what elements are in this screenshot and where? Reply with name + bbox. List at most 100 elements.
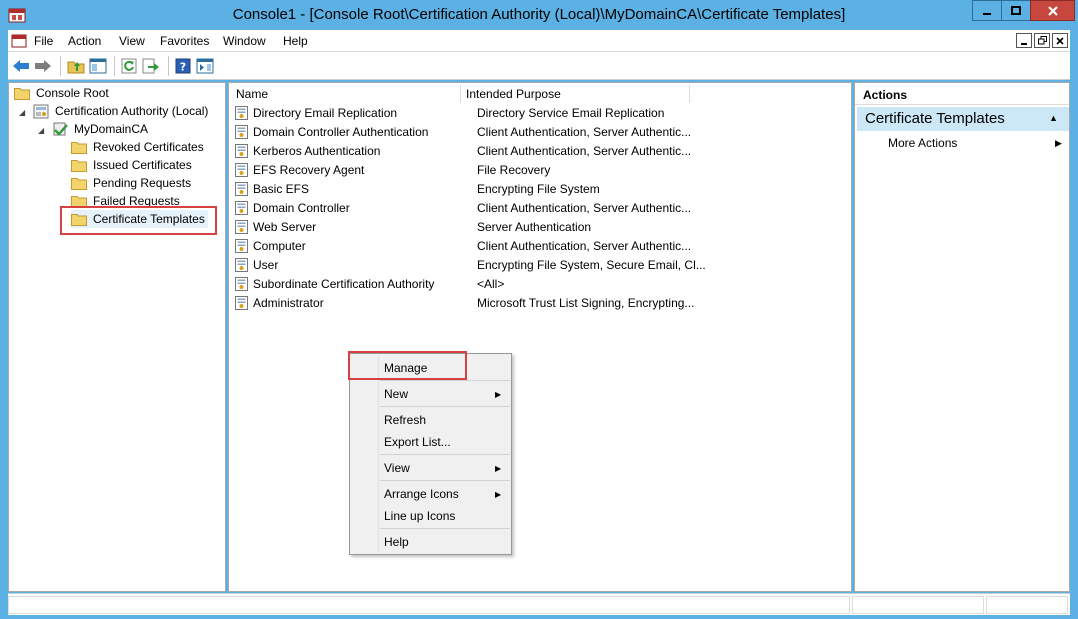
tree-node-mydomainca[interactable]: MyDomainCA [52, 120, 148, 138]
column-header-intended-purpose[interactable]: Intended Purpose [460, 85, 690, 103]
tree-node-issued-certificates[interactable]: Issued Certificates [71, 156, 192, 174]
folder-icon [71, 177, 87, 190]
export-list-button[interactable] [141, 56, 161, 76]
table-row[interactable]: Domain Controller Client Authentication, … [235, 198, 845, 217]
row-name: Basic EFS [253, 181, 310, 196]
results-list: Name Intended Purpose Directory Email Re… [228, 82, 852, 592]
menu-item-line-up-icons[interactable]: Line up Icons [384, 509, 455, 523]
certification-authority-icon [33, 104, 49, 118]
restore-icon [1037, 36, 1047, 45]
collapse-arrow-icon[interactable]: ▲ [1049, 113, 1058, 123]
tree-node-certification-authority[interactable]: Certification Authority (Local) [33, 102, 208, 120]
row-intended-purpose: Encrypting File System [477, 181, 600, 196]
refresh-button[interactable] [119, 56, 139, 76]
certificate-template-icon [235, 105, 248, 120]
child-minimize-button[interactable] [1016, 33, 1032, 48]
menu-action[interactable]: Action [68, 34, 101, 48]
close-icon [1056, 36, 1064, 45]
up-folder-icon [67, 61, 85, 74]
certificate-template-icon [235, 257, 248, 272]
highlight-box-manage [348, 351, 467, 380]
menu-separator [380, 406, 510, 407]
child-close-button[interactable] [1052, 33, 1068, 48]
row-name: Domain Controller [253, 200, 350, 215]
row-intended-purpose: <All> [477, 276, 505, 291]
tree-node-label: Console Root [36, 86, 109, 100]
console-menu-icon[interactable] [11, 33, 27, 48]
menu-file[interactable]: File [34, 34, 53, 48]
refresh-icon [121, 58, 137, 74]
tree-node-label: Revoked Certificates [93, 140, 204, 154]
column-header-name[interactable]: Name [230, 85, 461, 103]
table-row[interactable]: Kerberos Authentication Client Authentica… [235, 141, 845, 160]
tree-node-pending-requests[interactable]: Pending Requests [71, 174, 191, 192]
help-button[interactable]: ? [173, 56, 193, 76]
ca-server-check-icon [53, 122, 68, 136]
show-hide-console-tree-button[interactable] [88, 56, 108, 76]
folder-icon [71, 159, 87, 172]
table-row[interactable]: Administrator Microsoft Trust List Signin… [235, 293, 845, 312]
minimize-button[interactable] [972, 0, 1002, 21]
status-cell-right [986, 596, 1068, 614]
child-restore-button[interactable] [1034, 33, 1050, 48]
actions-section-certificate-templates[interactable]: Certificate Templates ▲ [857, 107, 1069, 131]
row-intended-purpose: Client Authentication, Server Authentic.… [477, 143, 692, 158]
menu-favorites[interactable]: Favorites [160, 34, 209, 48]
table-row[interactable]: Basic EFS Encrypting File System [235, 179, 845, 198]
menu-item-arrange-icons[interactable]: Arrange Icons [384, 487, 459, 501]
submenu-arrow-icon: ▶ [495, 464, 502, 473]
table-row[interactable]: EFS Recovery Agent File Recovery [235, 160, 845, 179]
show-action-pane-icon [196, 58, 214, 74]
row-intended-purpose: File Recovery [477, 162, 551, 177]
back-arrow-icon [13, 60, 29, 72]
show-hide-action-pane-button[interactable] [195, 56, 215, 76]
table-row[interactable]: Web Server Server Authentication [235, 217, 845, 236]
tree-node-revoked-certificates[interactable]: Revoked Certificates [71, 138, 204, 156]
row-name: Web Server [253, 219, 317, 234]
expand-arrow-icon[interactable]: ◢ [38, 126, 44, 135]
menu-help[interactable]: Help [283, 34, 308, 48]
maximize-button[interactable] [1001, 0, 1031, 21]
menu-item-refresh[interactable]: Refresh [384, 413, 426, 427]
forward-button[interactable] [33, 56, 53, 76]
certificate-template-icon [235, 276, 248, 291]
menu-item-new[interactable]: New [384, 387, 408, 401]
menu-item-help[interactable]: Help [384, 535, 409, 549]
menu-item-export-list[interactable]: Export List... [384, 435, 451, 449]
close-button[interactable] [1030, 0, 1075, 21]
up-one-level-button[interactable] [66, 56, 86, 76]
row-intended-purpose: Client Authentication, Server Authentic.… [477, 238, 692, 253]
tree-node-label: Pending Requests [93, 176, 192, 190]
menu-item-view[interactable]: View [384, 461, 410, 475]
submenu-arrow-icon: ▶ [1055, 138, 1062, 148]
title-bar: Console1 - [Console Root\Certification A… [0, 0, 1078, 30]
status-cell-main [8, 596, 850, 614]
row-intended-purpose: Server Authentication [477, 219, 592, 234]
toolbar-separator [114, 56, 115, 76]
table-row[interactable]: Directory Email Replication Directory Ser… [235, 103, 845, 122]
menu-window[interactable]: Window [223, 34, 266, 48]
actions-pane: Actions Certificate Templates ▲ More Act… [854, 82, 1070, 592]
window-title: Console1 - [Console Root\Certification A… [232, 6, 846, 23]
certificate-template-icon [235, 200, 248, 215]
row-intended-purpose: Client Authentication, Server Authentic.… [477, 124, 692, 139]
back-button[interactable] [11, 56, 31, 76]
table-row[interactable]: Domain Controller Authentication Client A… [235, 122, 845, 141]
actions-section-label: Certificate Templates [865, 110, 1005, 127]
row-name: Subordinate Certification Authority [253, 276, 435, 291]
more-actions-link[interactable]: More Actions [888, 136, 957, 150]
menu-separator [380, 380, 510, 381]
expand-arrow-icon[interactable]: ◢ [19, 108, 25, 117]
certificate-template-icon [235, 162, 248, 177]
row-intended-purpose: Directory Service Email Replication [477, 105, 665, 120]
tree-node-console-root[interactable]: Console Root [14, 84, 109, 102]
tree-node-label: Issued Certificates [93, 158, 192, 172]
close-icon [1047, 5, 1058, 16]
table-row[interactable]: Subordinate Certification Authority <All> [235, 274, 845, 293]
menu-view[interactable]: View [119, 34, 145, 48]
table-row[interactable]: User Encrypting File System, Secure Email… [235, 255, 845, 274]
export-list-icon [142, 58, 159, 74]
tree-node-label: Certification Authority (Local) [55, 104, 209, 118]
table-row[interactable]: Computer Client Authentication, Server Au… [235, 236, 845, 255]
context-menu-gutter [378, 356, 379, 552]
